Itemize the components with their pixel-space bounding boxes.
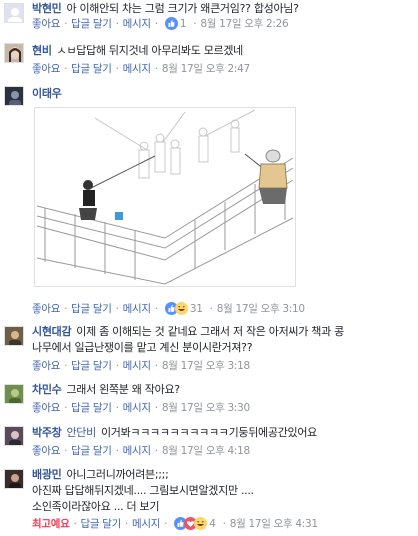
reaction-count: 1 [179, 18, 187, 30]
default-avatar-icon [5, 4, 23, 22]
reply-button[interactable]: 답글 달기 [71, 303, 112, 315]
comment-footer: 좋아요 · 답글 달기 · 메시지 · 31 · 8월 17일 오후 3:10 [32, 301, 305, 315]
haha-reaction-icon [194, 516, 208, 530]
reply-button[interactable]: 답글 달기 [71, 445, 112, 457]
comment-author[interactable]: 현비 [32, 44, 52, 57]
love-reaction-button[interactable]: 최고예요 [32, 518, 70, 530]
like-button[interactable]: 좋아요 [32, 63, 60, 75]
comment-image[interactable] [34, 107, 296, 287]
comment-text: 이제 좀 이해되는 것 같네요 그래서 저 작은 아저씨가 책과 콩 [76, 325, 344, 338]
reactions[interactable]: 4 [171, 516, 218, 530]
avatar[interactable] [4, 3, 24, 23]
reply-button[interactable]: 답글 달기 [71, 63, 112, 75]
profile-photo-icon [5, 427, 23, 445]
reactions[interactable]: 31 [162, 301, 206, 315]
comment-text-continued: 아진짜 답답해뒤지겠네.... 그림보시면알겠지만 .... [32, 484, 254, 497]
comment-text: ㅅㅂ답답해 뒤지것네 아무리봐도 모르겠네 [56, 44, 244, 57]
comment-text: 이거봐ㅋㅋㅋㅋㅋㅋㅋㅋㅋㅋ기둥뒤에공간있어요 [100, 426, 317, 439]
message-button[interactable]: 메시지 [123, 18, 151, 30]
comment-author[interactable]: 박현민 [32, 2, 62, 15]
reactions[interactable]: 1 [162, 16, 189, 30]
message-button[interactable]: 메시지 [123, 63, 151, 75]
profile-photo-icon [5, 327, 23, 345]
comment-text: 그래서 왼쪽분 왜 작아요? [66, 383, 180, 396]
comment: 박현민 아 이해안되 차는 그럼 크기가 왜큰거임?? 합성아님? 좋아요 · 답글 … [0, 0, 418, 40]
timestamp[interactable]: 8월 17일 오후 2:26 [200, 18, 288, 30]
comment-text: 아 이해안되 차는 그럼 크기가 왜큰거임?? 합성아님? [66, 2, 299, 15]
timestamp[interactable]: 8월 17일 오후 4:31 [230, 518, 318, 530]
haha-reaction-icon [174, 301, 188, 315]
profile-photo-icon [5, 44, 23, 62]
timestamp[interactable]: 8월 17일 오후 2:47 [162, 63, 250, 75]
message-button[interactable]: 메시지 [132, 518, 160, 530]
comment: 박주창 안단비 이거봐ㅋㅋㅋㅋㅋㅋㅋㅋㅋㅋ기둥뒤에공간있어요 좋아요 · 답글 달기 · 메… [0, 423, 418, 463]
like-button[interactable]: 좋아요 [32, 303, 60, 315]
reply-button[interactable]: 답글 달기 [81, 518, 122, 530]
comment-author[interactable]: 이태우 [32, 87, 62, 100]
profile-photo-icon [5, 385, 23, 403]
profile-photo-icon [5, 470, 23, 488]
like-button[interactable]: 좋아요 [32, 402, 60, 414]
like-button[interactable]: 좋아요 [32, 18, 60, 30]
comment: 현비 ㅅㅂ답답해 뒤지것네 아무리봐도 모르겠네 좋아요 · 답글 달기 · 메시지 · 8월… [0, 40, 418, 82]
avatar[interactable] [4, 384, 24, 404]
comment-author[interactable]: 시현대감 [32, 325, 72, 338]
comment-text-continued[interactable]: 소인족이라잖아요 ... 더 보기 [32, 499, 414, 515]
reaction-count: 4 [209, 518, 216, 530]
comment: 시현대감 이제 좀 이해되는 것 같네요 그래서 저 작은 아저씨가 책과 콩 나… [0, 322, 418, 374]
comment: 차민수 그래서 왼쪽분 왜 작아요? 좋아요 · 답글 달기 · 메시지 · 8월 17일 오… [0, 381, 418, 421]
profile-photo-icon [5, 87, 23, 105]
avatar[interactable] [4, 326, 24, 346]
like-button[interactable]: 좋아요 [32, 445, 60, 457]
like-button[interactable]: 좋아요 [32, 360, 60, 372]
timestamp[interactable]: 8월 17일 오후 3:10 [217, 303, 305, 315]
reply-button[interactable]: 답글 달기 [71, 18, 112, 30]
message-button[interactable]: 메시지 [123, 445, 151, 457]
timestamp[interactable]: 8월 17일 오후 4:18 [162, 445, 250, 457]
reaction-count: 31 [189, 303, 203, 315]
avatar[interactable] [4, 43, 24, 63]
avatar[interactable] [4, 426, 24, 446]
avatar[interactable] [4, 86, 24, 106]
reply-button[interactable]: 답글 달기 [71, 360, 112, 372]
comment-author[interactable]: 배광민 [32, 468, 62, 481]
message-button[interactable]: 메시지 [123, 402, 151, 414]
like-reaction-icon [164, 16, 178, 30]
reply-button[interactable]: 답글 달기 [71, 402, 112, 414]
timestamp[interactable]: 8월 17일 오후 3:18 [162, 360, 250, 372]
comment-text: 아니그러니까어려븐;;;; [66, 468, 169, 481]
comment: 배광민 아니그러니까어려븐;;;; 아진짜 답답해뒤지겠네.... 그림보시면알겠… [0, 466, 418, 536]
message-button[interactable]: 메시지 [123, 360, 151, 372]
message-button[interactable]: 메시지 [123, 303, 151, 315]
comment-author[interactable]: 차민수 [32, 383, 62, 396]
mention-link[interactable]: 안단비 [66, 426, 96, 439]
comment-author[interactable]: 박주창 [32, 426, 62, 439]
comment-text-continued: 나무에서 일급난쟁이를 맡고 계신 분이시란거져?? [32, 341, 253, 354]
fishing-illustration [36, 109, 294, 285]
timestamp[interactable]: 8월 17일 오후 3:30 [162, 402, 250, 414]
avatar[interactable] [4, 469, 24, 489]
